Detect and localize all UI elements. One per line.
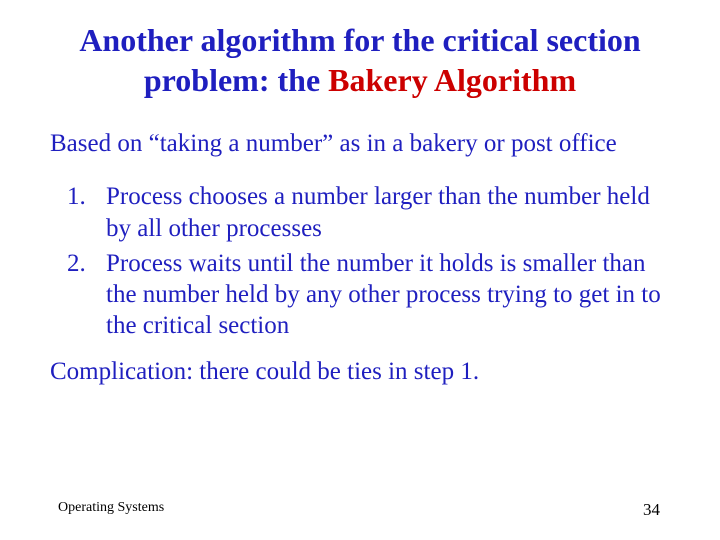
steps-list: Process chooses a number larger than the… xyxy=(50,181,670,341)
footer-page-number: 34 xyxy=(643,500,660,520)
intro-text: Based on “taking a number” as in a baker… xyxy=(50,128,670,159)
footer-course: Operating Systems xyxy=(58,500,164,516)
list-item: Process waits until the number it holds … xyxy=(92,248,670,342)
slide-title: Another algorithm for the critical secti… xyxy=(50,20,670,100)
list-item: Process chooses a number larger than the… xyxy=(92,181,670,244)
title-highlight: Bakery Algorithm xyxy=(328,62,576,98)
slide: Another algorithm for the critical secti… xyxy=(0,0,720,540)
complication-text: Complication: there could be ties in ste… xyxy=(50,356,670,387)
